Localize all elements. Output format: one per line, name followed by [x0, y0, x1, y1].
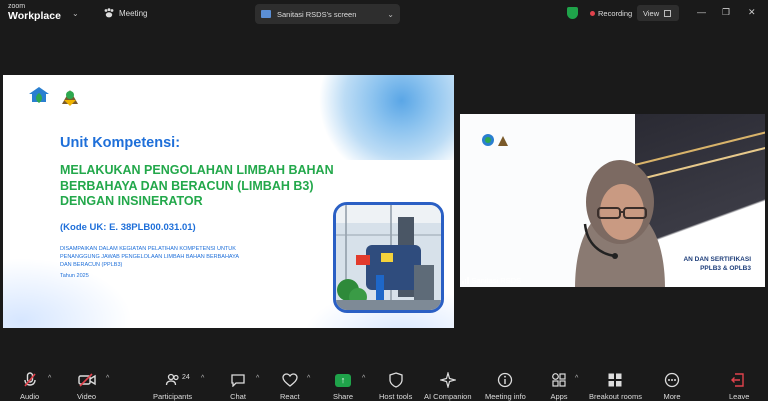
minimize-icon[interactable]: — — [697, 7, 706, 17]
incinerator-photo — [333, 202, 444, 313]
share-icon: ↑ — [334, 372, 352, 388]
screen-icon — [261, 10, 271, 18]
apps-button[interactable]: Apps — [550, 372, 568, 401]
participants-options-chevron[interactable]: ^ — [201, 375, 204, 382]
view-button[interactable]: View — [637, 5, 679, 21]
desc-line: DAN BERACUN (PPLB3) — [60, 262, 123, 268]
speaker-name: Sanitasi RSDS — [471, 276, 522, 285]
share-options-chevron[interactable]: ^ — [362, 375, 365, 382]
background-text: AN DAN SERTIFIKASI — [683, 256, 751, 263]
record-dot-icon — [590, 11, 595, 16]
zoom-workplace-logo[interactable]: zoom Workplace — [8, 3, 61, 22]
shield-icon — [387, 372, 405, 388]
leave-icon — [730, 372, 748, 388]
apps-label: Apps — [550, 392, 568, 401]
chevron-down-icon[interactable]: ⌄ — [387, 10, 394, 19]
meeting-tab[interactable]: Meeting — [103, 8, 147, 18]
title-bar: zoom Workplace ⌄ Meeting Sanitasi RSDS's… — [0, 0, 768, 28]
brand-small: zoom — [8, 3, 26, 10]
partner-logo — [62, 90, 78, 106]
video-options-chevron[interactable]: ^ — [106, 375, 109, 382]
apps-options-chevron[interactable]: ^ — [575, 375, 578, 382]
react-button[interactable]: React — [280, 372, 300, 401]
more-icon — [663, 372, 681, 388]
chat-icon — [229, 372, 247, 388]
participants-label: Participants — [153, 392, 193, 401]
chat-button[interactable]: Chat — [229, 372, 247, 401]
maximize-icon[interactable]: ❐ — [722, 7, 730, 18]
meeting-info-button[interactable]: Meeting info — [485, 372, 526, 401]
more-button[interactable]: More — [663, 372, 681, 401]
slide-year: Tahun 2025 — [60, 273, 89, 279]
slide-title: Unit Kompetensi: — [60, 135, 181, 151]
video-label: Video — [77, 392, 97, 401]
meeting-info-label: Meeting info — [485, 392, 526, 401]
slide-description: DISAMPAIKAN DALAM KEGIATAN PELATIHAN KOM… — [60, 245, 260, 269]
react-options-chevron[interactable]: ^ — [307, 375, 310, 382]
watercolor-decoration — [304, 75, 454, 160]
close-icon[interactable]: ✕ — [748, 7, 756, 18]
breakout-rooms-label: Breakout rooms — [589, 392, 642, 401]
screen-share-tab[interactable]: Sanitasi RSDS's screen ⌄ — [255, 4, 400, 24]
audio-label: Audio — [20, 392, 40, 401]
muted-mic-icon — [21, 372, 39, 388]
brand-big: Workplace — [8, 10, 61, 22]
background-text: PPLB3 & OPLB3 — [700, 265, 751, 272]
subtitle-line: MELAKUKAN PENGOLAHAN LIMBAH BAHAN — [60, 163, 334, 177]
info-icon — [496, 372, 514, 388]
shared-slide: Unit Kompetensi: MELAKUKAN PENGOLAHAN LI… — [3, 75, 454, 328]
meeting-toolbar: Audio ^ Video ^ Participants 24 ^ Chat ^… — [0, 366, 768, 401]
virtual-background-logo — [482, 134, 508, 146]
more-label: More — [663, 392, 681, 401]
react-label: React — [280, 392, 300, 401]
audio-button[interactable]: Audio — [20, 372, 39, 401]
chat-options-chevron[interactable]: ^ — [256, 375, 259, 382]
view-label: View — [643, 8, 660, 18]
speaker-person — [575, 160, 665, 287]
recording-indicator[interactable]: Recording — [590, 9, 632, 18]
video-button[interactable]: Video — [77, 372, 96, 401]
apps-icon — [550, 372, 568, 388]
share-button[interactable]: ↑ Share — [333, 372, 353, 401]
share-label: Share — [333, 392, 354, 401]
breakout-rooms-icon — [606, 372, 624, 388]
sparkle-icon — [439, 372, 457, 388]
video-off-icon — [77, 372, 96, 388]
institution-logo — [29, 87, 49, 103]
recording-label: Recording — [598, 9, 633, 18]
chevron-down-icon[interactable]: ⌄ — [72, 9, 79, 18]
leave-label: Leave — [729, 392, 750, 401]
slide-code: (Kode UK: E. 38PLB00.031.01) — [60, 222, 196, 233]
ai-companion-button[interactable]: AI Companion — [424, 372, 472, 401]
desc-line: DISAMPAIKAN DALAM KEGIATAN PELATIHAN KOM… — [60, 246, 236, 252]
chat-label: Chat — [230, 392, 246, 401]
participants-count: 24 — [182, 374, 190, 381]
host-tools-label: Host tools — [379, 392, 413, 401]
participants-icon — [164, 372, 182, 388]
speaker-video-tile[interactable]: AN DAN SERTIFIKASI PPLB3 & OPLB3 — [460, 114, 765, 287]
incinerator-illustration — [336, 205, 441, 310]
speaker-name-tag: Sanitasi RSDS — [462, 276, 521, 285]
breakout-rooms-button[interactable]: Breakout rooms — [589, 372, 642, 401]
leave-button[interactable]: Leave — [729, 372, 749, 401]
host-tools-button[interactable]: Host tools — [379, 372, 412, 401]
heart-icon — [281, 372, 299, 388]
screen-share-label: Sanitasi RSDS's screen — [277, 9, 357, 19]
meeting-label: Meeting — [119, 8, 148, 18]
desc-line: PENANGGUNG JAWAB PENGELOLAAN LIMBAH BAHA… — [60, 254, 240, 260]
grid-icon — [664, 9, 672, 17]
security-shield-icon[interactable] — [567, 7, 578, 19]
ai-companion-label: AI Companion — [424, 392, 472, 401]
subtitle-line: BERBAHAYA DAN BERACUN (LIMBAH B3) — [60, 178, 314, 193]
signal-bars-icon — [462, 277, 469, 284]
paw-icon — [104, 8, 114, 18]
audio-options-chevron[interactable]: ^ — [48, 375, 51, 382]
